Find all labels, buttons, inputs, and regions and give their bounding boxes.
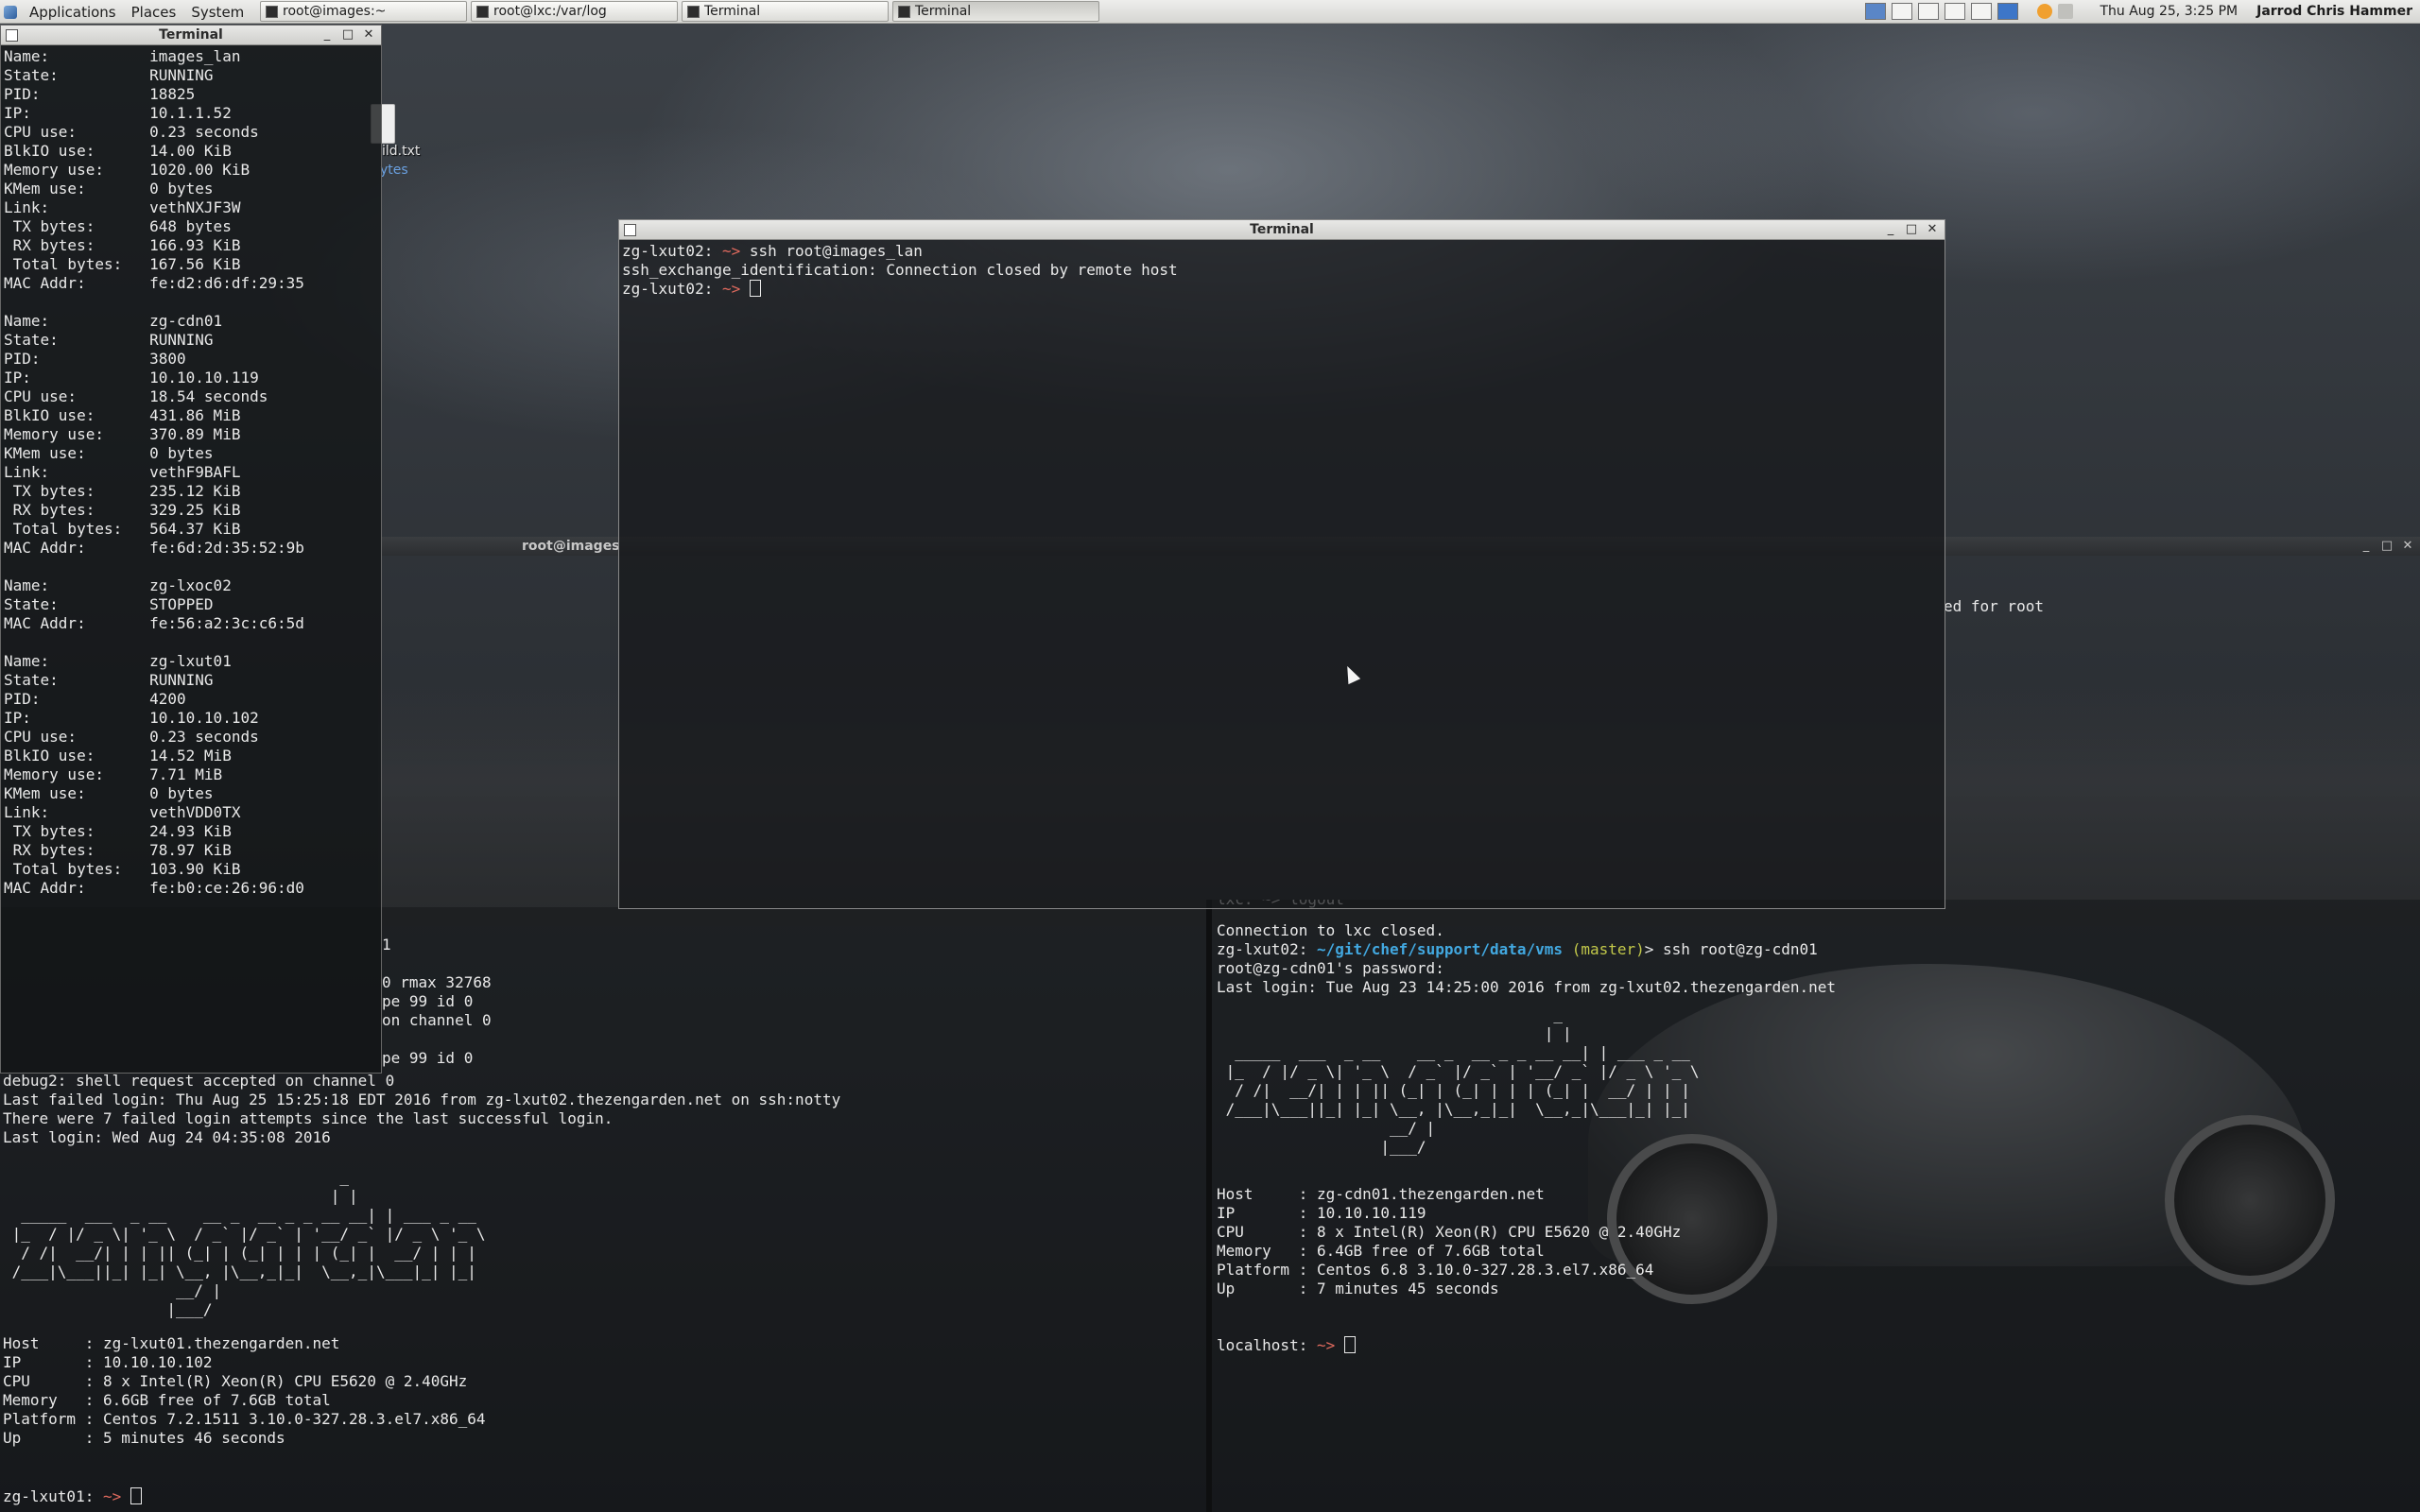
background-window-text: ed for root xyxy=(1944,597,2044,615)
prompt-host: zg-lxut01: xyxy=(3,1487,95,1505)
ssh-command-text: ssh root@images_lan xyxy=(740,242,923,260)
system-info-output: Host : zg-cdn01.thezengarden.net IP : 10… xyxy=(1217,1185,1682,1297)
window-controls: _ □ ✕ xyxy=(1884,220,1939,239)
terminal-prompt-line[interactable]: zg-lxut01: ~> xyxy=(0,1486,145,1508)
window-controls: _ □ ✕ xyxy=(2360,537,2414,556)
system-info-output: Host : zg-lxut01.thezengarden.net IP : 1… xyxy=(3,1334,486,1447)
prompt-arrow: ~> xyxy=(1316,1336,1336,1354)
prompt-arrow: ~> xyxy=(721,242,741,260)
lxc-info-output: Name: images_lan State: RUNNING PID: 188… xyxy=(4,47,304,897)
volume-muted-icon[interactable] xyxy=(2058,4,2074,19)
terminal-lxc-info[interactable]: Terminal _ □ ✕ Name: images_lan State: R… xyxy=(0,25,382,1074)
prompt-arrow: ~> xyxy=(721,280,741,298)
ssh-error-line: ssh_exchange_identification: Connection … xyxy=(622,261,1178,279)
desktop-file-label[interactable]: ild.txt xyxy=(382,144,420,159)
weather-sun-icon[interactable] xyxy=(2037,4,2053,19)
workspace-2-icon[interactable] xyxy=(1892,3,1913,20)
lxc-info-titlebar[interactable]: Terminal _ □ ✕ xyxy=(1,26,381,45)
task-root-lxc[interactable]: root@lxc:/var/log xyxy=(471,1,678,22)
minimize-icon[interactable]: _ xyxy=(2360,537,2373,556)
close-icon[interactable]: ✕ xyxy=(2401,537,2414,556)
top-panel: Applications Places System root@images:~… xyxy=(0,0,2420,24)
maximize-icon[interactable]: □ xyxy=(2380,537,2394,556)
window-menu-icon[interactable] xyxy=(624,224,636,236)
ssh-window-titlebar[interactable]: Terminal _ □ ✕ xyxy=(619,220,1945,240)
maximize-icon[interactable]: □ xyxy=(1905,220,1918,239)
terminal-icon xyxy=(687,5,700,18)
minimize-icon[interactable]: _ xyxy=(320,26,334,44)
pane-divider[interactable] xyxy=(1206,900,1212,1512)
window-controls: _ □ ✕ xyxy=(320,26,375,44)
terminal-output: zg-lxut02: ~> ssh root@images_lan ssh_ex… xyxy=(619,240,1945,301)
workspace-5-icon[interactable] xyxy=(1971,3,1993,20)
menu-applications[interactable]: Applications xyxy=(24,2,122,23)
panel-clock[interactable]: Thu Aug 25, 3:25 PM xyxy=(2100,4,2238,19)
text-cursor xyxy=(1343,1336,1356,1353)
terminal-icon xyxy=(266,5,278,18)
task-label: Terminal xyxy=(704,4,761,19)
minimize-icon[interactable]: _ xyxy=(1884,220,1897,239)
window-list: root@images:~ root@lxc:/var/log Terminal… xyxy=(260,1,1099,22)
git-branch: (master) xyxy=(1571,940,1645,958)
prompt-host: zg-lxut02: xyxy=(622,280,714,298)
terminal-login-output: debug2: shell request accepted on channe… xyxy=(3,1072,841,1146)
ssh-command-text: > ssh root@zg-cdn01 xyxy=(1644,940,1818,958)
desktop-file-size: ytes xyxy=(380,163,408,178)
task-terminal-2[interactable]: Terminal xyxy=(892,1,1099,22)
system-tray: Thu Aug 25, 3:25 PM Jarrod Chris Hammer xyxy=(1865,1,2420,22)
prompt-host: localhost: xyxy=(1217,1336,1308,1354)
terminal-body[interactable]: zg-lxut02: ~> ssh root@images_lan ssh_ex… xyxy=(619,240,1945,908)
task-label: root@lxc:/var/log xyxy=(493,4,607,19)
task-label: root@images:~ xyxy=(283,4,387,19)
workspace-6-icon[interactable] xyxy=(1997,3,2019,20)
menu-places[interactable]: Places xyxy=(126,2,182,23)
terminal-last-login: Last login: Tue Aug 23 14:25:00 2016 fro… xyxy=(1217,978,1837,996)
terminal-partial-output: 1 0 rmax 32768 pe 99 id 0 on channel 0 p… xyxy=(382,936,492,1067)
zen-garden-banner: _ | | _____ ___ _ __ __ _ __ _ _ __ __| … xyxy=(11,1168,486,1318)
close-icon[interactable]: ✕ xyxy=(362,26,375,44)
prompt-arrow: ~> xyxy=(102,1487,122,1505)
terminal-body[interactable]: Name: images_lan State: RUNNING PID: 188… xyxy=(1,45,381,1073)
menu-system[interactable]: System xyxy=(185,2,250,23)
prompt-host: zg-lxut02: xyxy=(622,242,714,260)
main-menu: Applications Places System xyxy=(4,2,250,23)
close-icon[interactable]: ✕ xyxy=(1926,220,1939,239)
window-title: Terminal xyxy=(1250,222,1314,237)
terminal-icon xyxy=(476,5,489,18)
terminal-body[interactable]: lxc: ~> logout Connection to lxc closed.… xyxy=(1212,900,2420,1512)
panel-user-name[interactable]: Jarrod Chris Hammer xyxy=(2256,4,2412,19)
window-title: Terminal xyxy=(159,27,223,43)
terminal-icon xyxy=(898,5,910,18)
zen-garden-banner: _ | | _____ ___ _ __ __ _ __ _ _ __ __| … xyxy=(1225,1005,1700,1156)
foot-logo-icon xyxy=(4,6,17,19)
text-cursor xyxy=(130,1487,142,1504)
workspace-1-icon[interactable] xyxy=(1865,3,1887,20)
terminal-prompt-line[interactable]: localhost: ~> xyxy=(1214,1334,1358,1357)
git-path: ~/git/chef/support/data/vms xyxy=(1316,940,1564,958)
maximize-icon[interactable]: □ xyxy=(341,26,354,44)
background-window-title: root@images xyxy=(522,539,620,554)
prompt-host: zg-lxut02: xyxy=(1217,940,1308,958)
task-terminal-1[interactable]: Terminal xyxy=(682,1,889,22)
terminal-ssh-window[interactable]: Terminal _ □ ✕ zg-lxut02: ~> ssh root@im… xyxy=(618,219,1945,909)
window-menu-icon[interactable] xyxy=(6,29,18,42)
task-label: Terminal xyxy=(915,4,972,19)
text-cursor xyxy=(749,280,761,297)
task-root-images[interactable]: root@images:~ xyxy=(260,1,467,22)
terminal-zg-cdn01[interactable]: lxc: ~> logout Connection to lxc closed.… xyxy=(1212,900,2420,1512)
workspace-4-icon[interactable] xyxy=(1945,3,1966,20)
workspace-3-icon[interactable] xyxy=(1918,3,1940,20)
